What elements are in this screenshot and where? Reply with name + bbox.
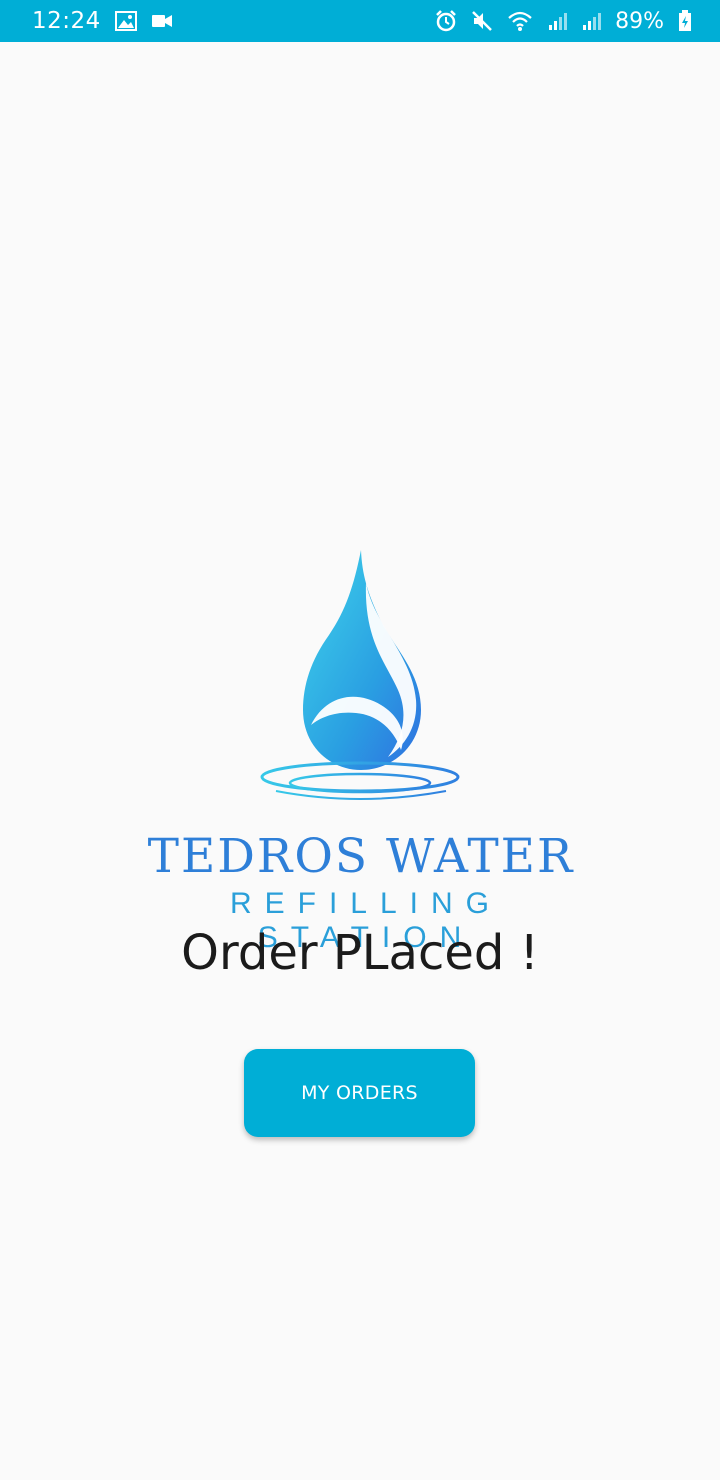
brand-name: TEDROS WATER — [147, 829, 575, 884]
my-orders-button[interactable]: MY ORDERS — [244, 1049, 475, 1137]
order-placed-title: Order PLaced ! — [181, 925, 539, 981]
alarm-icon — [435, 10, 457, 32]
battery-percent: 89% — [615, 8, 664, 34]
brand-logo: TEDROS WATER REFILLING STATION — [116, 545, 606, 954]
wifi-icon — [507, 10, 533, 32]
status-bar: 12:24 89% — [0, 0, 720, 42]
status-left: 12:24 — [32, 8, 173, 34]
mute-icon — [471, 10, 493, 32]
video-icon — [151, 13, 173, 29]
status-time: 12:24 — [32, 8, 101, 34]
battery-charging-icon — [678, 10, 692, 32]
status-right: 89% — [435, 9, 692, 34]
signal-icon — [581, 11, 602, 31]
signal-icon — [547, 11, 568, 31]
image-icon — [114, 11, 137, 31]
